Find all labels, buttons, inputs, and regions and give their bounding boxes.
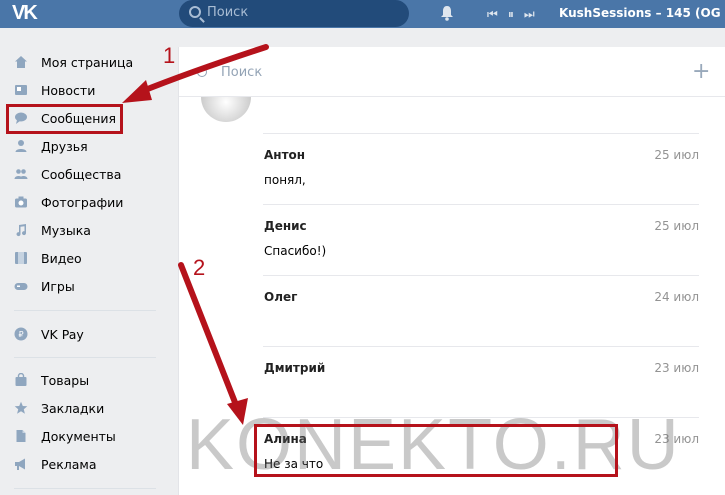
dialog-row[interactable]: Денис 25 июл Спасибо!) xyxy=(263,204,699,275)
dialog-preview: Спасибо!) xyxy=(264,244,327,258)
dialog-date: 25 июл xyxy=(654,219,699,233)
nav-item-label: Фотографии xyxy=(41,194,124,210)
nav-item-label: Видео xyxy=(41,250,82,266)
new-message-plus-icon[interactable]: + xyxy=(692,61,710,83)
nav-item-ads[interactable]: Реклама xyxy=(14,453,97,475)
dialog-preview: понял, xyxy=(264,173,306,187)
nav-item-music[interactable]: Музыка xyxy=(14,219,91,241)
nav-item-label: Моя страница xyxy=(41,54,134,70)
dialog-row[interactable]: Антон 25 июл понял, xyxy=(263,133,699,204)
messages-highlight-box xyxy=(6,104,123,134)
nav-item-label: Реклама xyxy=(41,456,97,472)
search-icon xyxy=(197,67,207,77)
dialog-date: 24 июл xyxy=(654,290,699,304)
star-icon xyxy=(14,401,28,414)
nav-divider xyxy=(14,488,156,489)
nav-item-label: Новости xyxy=(41,82,96,98)
shopping-bag-icon xyxy=(15,373,27,386)
nav-item-label: Товары xyxy=(41,372,90,388)
next-track-icon[interactable]: ⏭ xyxy=(524,7,535,22)
nav-divider xyxy=(14,357,156,358)
vk-pay-icon: ₽ xyxy=(14,327,28,341)
friend-icon xyxy=(15,140,27,152)
pause-icon[interactable]: ⏸ xyxy=(508,7,514,22)
dialog-row[interactable]: Олег 24 июл xyxy=(263,275,699,346)
left-nav: Моя страница Новости Сообщения Друзья Со… xyxy=(0,28,178,495)
step-number-1: 1 xyxy=(163,43,176,68)
nav-item-label: Друзья xyxy=(41,138,88,154)
prev-track-icon[interactable]: ⏮ xyxy=(487,7,498,22)
nav-item-documents[interactable]: Документы xyxy=(14,425,116,447)
svg-text:₽: ₽ xyxy=(18,330,23,339)
nav-item-label: Музыка xyxy=(41,222,91,238)
nav-item-goods[interactable]: Товары xyxy=(14,369,89,391)
document-icon xyxy=(16,430,26,442)
bell-icon[interactable] xyxy=(440,5,454,21)
nav-item-communities[interactable]: Сообщества xyxy=(14,163,121,185)
nav-item-video[interactable]: Видео xyxy=(14,247,82,269)
nav-item-photos[interactable]: Фотографии xyxy=(14,191,123,213)
nav-divider xyxy=(14,310,156,311)
nav-item-label: VK Pay xyxy=(41,326,84,342)
step-number-2: 2 xyxy=(193,255,206,280)
nav-item-games[interactable]: Игры xyxy=(14,275,75,297)
nav-item-news[interactable]: Новости xyxy=(14,79,95,101)
music-note-icon xyxy=(16,224,27,237)
communities-icon xyxy=(14,169,28,179)
top-bar: VK Поиск ⏮ ⏸ ⏭ KushSessions – 145 (OG Ku… xyxy=(0,0,725,28)
avatar[interactable] xyxy=(201,97,251,122)
home-icon xyxy=(15,56,27,68)
vk-logo[interactable]: VK xyxy=(12,2,48,24)
current-track-title[interactable]: KushSessions – 145 (OG Kush xyxy=(559,6,725,20)
nav-item-friends[interactable]: Друзья xyxy=(14,135,88,157)
messages-search-placeholder: Поиск xyxy=(221,65,263,80)
dialog-name: Олег xyxy=(264,290,298,304)
nav-item-label: Закладки xyxy=(41,400,105,416)
messages-search-input[interactable]: Поиск + xyxy=(179,47,725,97)
nav-item-my-page[interactable]: Моя страница xyxy=(14,51,133,73)
dialog-date: 25 июл xyxy=(654,148,699,162)
nav-item-label: Сообщества xyxy=(41,166,122,182)
audio-player: ⏮ ⏸ ⏭ xyxy=(487,5,535,23)
nav-item-label: Игры xyxy=(41,278,75,294)
megaphone-icon xyxy=(15,458,25,470)
nav-item-label: Документы xyxy=(41,428,116,444)
dialog-name: Денис xyxy=(264,219,307,233)
header-search-input[interactable]: Поиск xyxy=(179,0,409,27)
header-search-placeholder: Поиск xyxy=(207,5,249,20)
nav-item-vk-pay[interactable]: ₽ VK Pay xyxy=(14,323,84,345)
news-icon xyxy=(15,85,27,95)
camera-icon xyxy=(15,196,27,208)
dialog-date: 23 июл xyxy=(654,361,699,375)
dialog-highlight-box xyxy=(254,424,618,477)
nav-item-bookmarks[interactable]: Закладки xyxy=(14,397,104,419)
gamepad-icon xyxy=(14,283,28,290)
dialog-name: Дмитрий xyxy=(264,361,326,375)
search-icon xyxy=(189,6,201,18)
film-icon xyxy=(15,252,27,264)
dialog-name: Антон xyxy=(264,148,306,162)
